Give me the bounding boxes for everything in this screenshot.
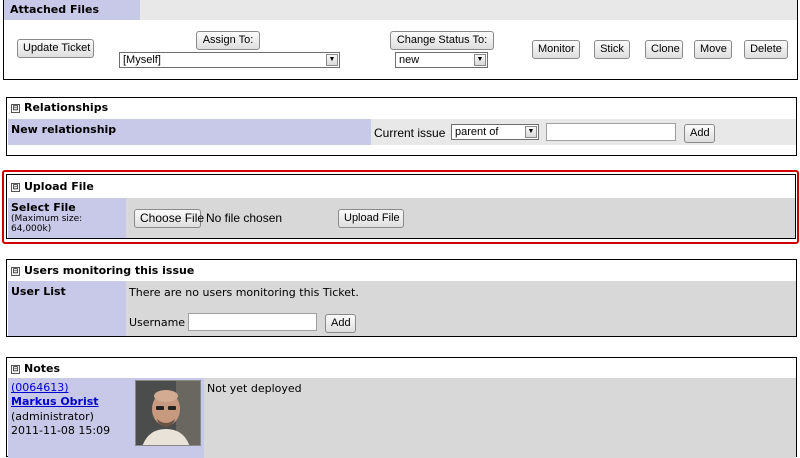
chevron-down-icon: ▼ bbox=[326, 54, 338, 66]
change-status-button[interactable]: Change Status To: bbox=[390, 31, 494, 50]
no-users-message: There are no users monitoring this Ticke… bbox=[129, 286, 359, 299]
username-input[interactable] bbox=[188, 313, 317, 331]
chevron-down-icon: ▼ bbox=[525, 126, 537, 138]
max-size-note-line1: (Maximum size: bbox=[11, 214, 83, 224]
collapse-icon[interactable]: ⊟ bbox=[11, 183, 20, 192]
monitor-button[interactable]: Monitor bbox=[532, 40, 580, 59]
notes-title: Notes bbox=[24, 362, 61, 375]
max-size-note-line2: 64,000k) bbox=[11, 224, 52, 234]
relationships-panel: ⊟ Relationships New relationship Current … bbox=[6, 97, 797, 156]
no-file-chosen-text: No file chosen bbox=[206, 211, 283, 225]
status-select[interactable]: new ▼ bbox=[395, 52, 488, 68]
choose-file-button[interactable]: Choose File bbox=[134, 209, 204, 228]
note-id-wrap: (0064613) bbox=[11, 381, 69, 394]
assign-to-value: [Myself] bbox=[123, 54, 161, 66]
note-author-role: (administrator) bbox=[11, 410, 94, 423]
avatar-image bbox=[136, 381, 200, 445]
monitoring-panel: ⊟ Users monitoring this issue User List T… bbox=[6, 259, 797, 337]
add-monitor-button[interactable]: Add bbox=[325, 314, 356, 333]
notes-header[interactable]: ⊟ Notes bbox=[11, 362, 60, 375]
monitoring-header[interactable]: ⊟ Users monitoring this issue bbox=[11, 264, 194, 277]
note-author-link[interactable]: Markus Obrist bbox=[11, 395, 99, 408]
relation-type-select[interactable]: parent of ▼ bbox=[451, 124, 539, 140]
ticket-actions-panel: Attached Files Update Ticket Assign To: … bbox=[3, 0, 798, 80]
relation-type-value: parent of bbox=[455, 126, 499, 138]
note-timestamp: 2011-11-08 15:09 bbox=[11, 424, 111, 437]
relationships-header[interactable]: ⊟ Relationships bbox=[11, 101, 108, 114]
related-issue-input[interactable] bbox=[546, 123, 676, 141]
user-list-label: User List bbox=[11, 285, 66, 298]
avatar bbox=[135, 380, 201, 446]
username-label: Username bbox=[129, 316, 186, 329]
upload-file-header[interactable]: ⊟ Upload File bbox=[11, 180, 94, 193]
relationships-title: Relationships bbox=[24, 101, 109, 114]
stick-button[interactable]: Stick bbox=[594, 40, 630, 59]
note-text: Not yet deployed bbox=[207, 382, 302, 395]
status-value: new bbox=[399, 54, 420, 66]
chevron-down-icon: ▼ bbox=[474, 54, 486, 66]
delete-button[interactable]: Delete bbox=[744, 40, 788, 59]
monitoring-title: Users monitoring this issue bbox=[24, 264, 195, 277]
collapse-icon[interactable]: ⊟ bbox=[11, 365, 20, 374]
current-issue-label: Current issue bbox=[374, 126, 446, 140]
upload-file-title: Upload File bbox=[24, 180, 94, 193]
select-file-label: Select File bbox=[11, 201, 76, 214]
collapse-icon[interactable]: ⊟ bbox=[11, 267, 20, 276]
update-ticket-button[interactable]: Update Ticket bbox=[17, 39, 94, 58]
upload-file-panel: ⊟ Upload File Select File (Maximum size: … bbox=[6, 174, 796, 239]
assign-to-button[interactable]: Assign To: bbox=[196, 31, 260, 50]
collapse-icon[interactable]: ⊟ bbox=[11, 104, 20, 113]
attached-files-title: Attached Files bbox=[10, 3, 100, 16]
note-author-wrap: Markus Obrist bbox=[11, 395, 99, 408]
notes-panel: ⊟ Notes (0064613) Markus Obrist (administ… bbox=[6, 357, 797, 458]
upload-file-button[interactable]: Upload File bbox=[338, 209, 404, 228]
note-id-link[interactable]: (0064613) bbox=[11, 381, 69, 394]
clone-button[interactable]: Clone bbox=[645, 40, 683, 59]
move-button[interactable]: Move bbox=[694, 40, 732, 59]
attached-files-value-cell bbox=[140, 0, 797, 20]
new-relationship-label: New relationship bbox=[11, 123, 117, 136]
add-relationship-button[interactable]: Add bbox=[684, 124, 715, 143]
assign-to-select[interactable]: [Myself] ▼ bbox=[119, 52, 340, 68]
